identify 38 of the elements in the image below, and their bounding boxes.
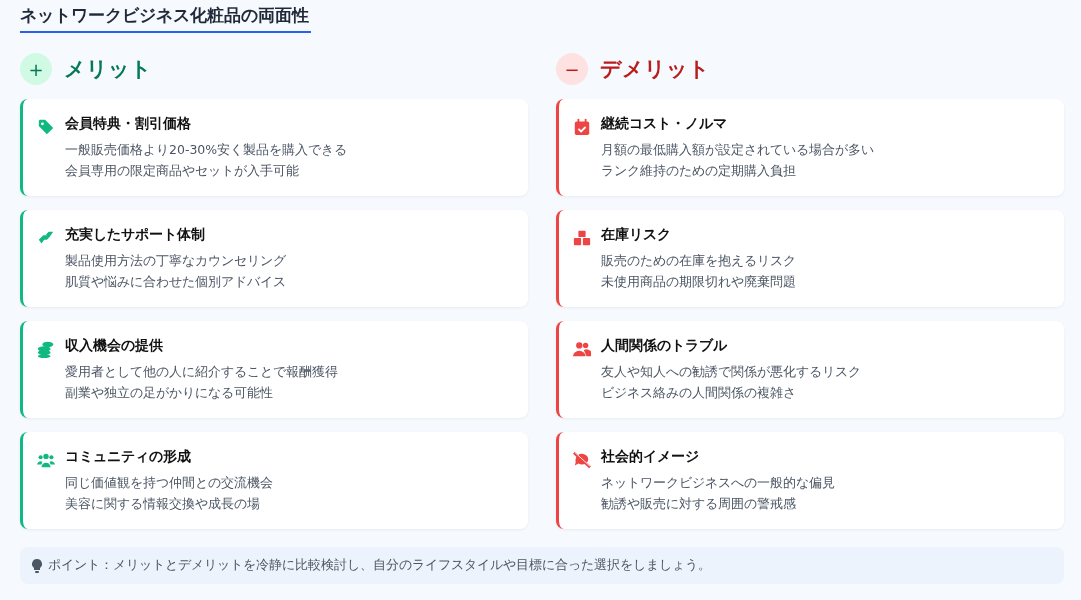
card-text: ネットワークビジネスへの一般的な偏見 [601,474,835,492]
card-text: 愛用者として他の人に紹介することで報酬獲得 [65,363,338,381]
card-text: 一般販売価格より20-30%安く製品を購入できる [65,141,348,159]
card-text: ランク維持のための定期購入負担 [601,162,797,180]
card-title: コミュニティの形成 [65,448,192,466]
user-pair-icon [573,340,591,358]
card-text: 月額の最低購入額が設定されている場合が多い [601,141,874,159]
lightbulb-icon [32,558,42,573]
card-text: 美容に関する情報交換や成長の場 [65,495,261,513]
card-title: 社会的イメージ [601,448,700,466]
card-text: 友人や知人への勧誘で関係が悪化するリスク [601,363,861,381]
people-group-icon [37,451,55,469]
card-text: 未使用商品の期限切れや廃棄問題 [601,273,796,291]
card-text: 肌質や悩みに合わせた個別アドバイス [65,273,286,291]
card-title: 充実したサポート体制 [65,226,206,244]
card-text: 製品使用方法の丁寧なカウンセリング [65,252,286,270]
sign-badge: + [20,53,52,85]
card-title: 在庫リスク [601,226,672,244]
boxes-icon [573,229,591,247]
card-title: 継続コスト・ノルマ [601,115,728,133]
card-title: 人間関係のトラブル [601,337,728,355]
crossed-speech-bubble-icon [573,451,591,469]
card-text: ビジネス絡みの人間関係の複雑さ [601,384,797,402]
sign-badge: − [556,53,588,85]
card-title: 収入機会の提供 [65,337,164,355]
card-text: 会員専用の限定商品やセットが入手可能 [65,162,300,180]
tag-icon [37,118,55,136]
card-title: 会員特典・割引価格 [65,115,192,133]
tip-text: ポイント：メリットとデメリットを冷静に比較検討し、自分のライフスタイルや目標に合った選択をしましょう。 [48,557,711,574]
card-text: 同じ価値観を持つ仲間との交流機会 [65,474,273,492]
page-title: ネットワークビジネス化粧品の両面性 [20,4,311,33]
coins-icon [37,340,55,358]
card-text: 副業や独立の足がかりになる可能性 [65,384,274,402]
calendar-check-icon [573,118,591,136]
column-heading: デメリット [600,56,710,83]
card-text: 勧誘や販売に対する周囲の警戒感 [601,495,797,513]
column-heading: メリット [64,56,152,83]
card-text: 販売のための在庫を抱えるリスク [601,252,796,270]
